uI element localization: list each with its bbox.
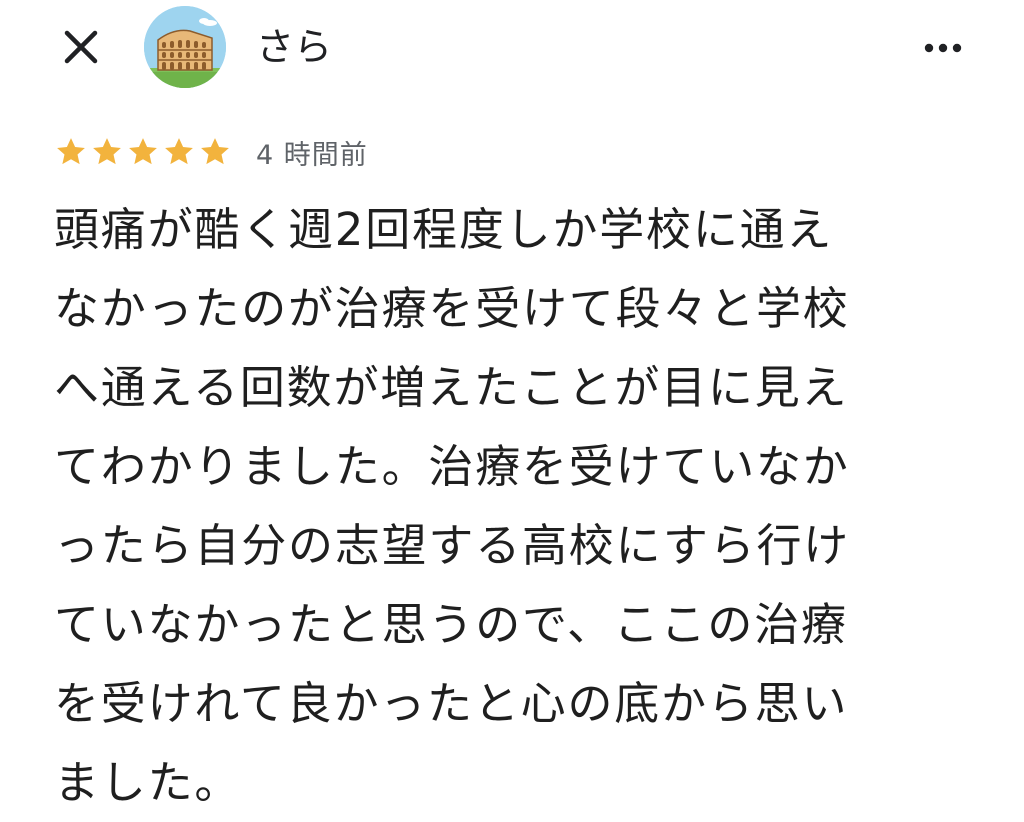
star-icon [129, 138, 157, 165]
star-icon [201, 138, 229, 165]
user-name[interactable]: さら [256, 24, 332, 70]
more-options-button[interactable] [918, 28, 968, 68]
review-header: さら [0, 0, 1024, 96]
review-text: 頭痛が酷く週2回程度しか学校に通え なかったのが治療を受けて段々と学校 へ通える… [54, 203, 851, 809]
close-button[interactable] [56, 22, 106, 72]
close-icon [64, 30, 98, 64]
rating-row: 4 時間前 [54, 132, 368, 172]
star-rating [54, 135, 232, 169]
review-time: 4 時間前 [256, 139, 368, 171]
more-horizontal-icon [924, 43, 962, 53]
colosseum-avatar-icon [144, 6, 226, 88]
star-icon [165, 138, 193, 165]
star-icon [93, 138, 121, 165]
star-icon [57, 138, 85, 165]
avatar[interactable] [144, 6, 226, 88]
